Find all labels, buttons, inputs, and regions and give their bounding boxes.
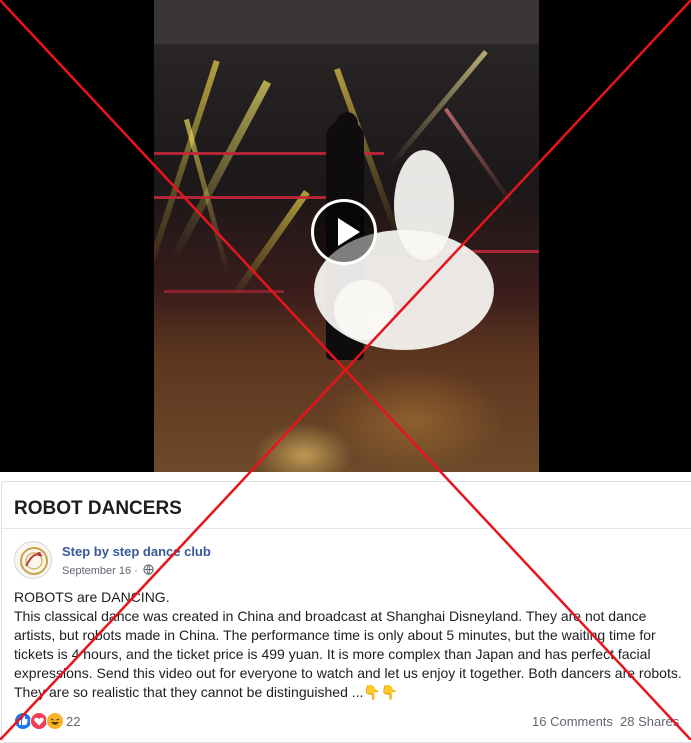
post-meta: September 16 ·	[62, 564, 154, 578]
post-text: ROBOTS are DANCING. This classical dance…	[14, 588, 682, 702]
stage-rail	[154, 196, 334, 199]
stage-light-beam	[229, 190, 310, 301]
dancer-head	[336, 112, 358, 136]
dancer-dress-left	[334, 280, 394, 340]
stage-light-beam	[444, 107, 517, 209]
reactions-count: 22	[66, 714, 81, 729]
post-text-line: This classical dance was created in Chin…	[14, 608, 682, 700]
dancer-dress-upper	[394, 150, 454, 260]
play-button[interactable]	[311, 199, 377, 265]
haha-icon	[46, 712, 64, 730]
shares-count-link[interactable]: 28 Shares	[620, 714, 679, 729]
post-text-line: ROBOTS are DANCING.	[14, 589, 170, 605]
play-icon	[338, 218, 360, 246]
divider	[2, 528, 691, 529]
post-card: ROBOT DANCERS Step by step dance club Se…	[1, 481, 691, 743]
dance-club-logo-icon	[20, 547, 48, 575]
stage-rail	[164, 290, 284, 293]
globe-icon	[143, 564, 154, 578]
stage-light-beam	[154, 60, 220, 281]
post-date[interactable]: September 16	[62, 565, 131, 577]
video-player[interactable]	[0, 0, 691, 472]
meta-separator: ·	[134, 564, 138, 577]
page-avatar[interactable]	[14, 541, 52, 579]
comments-count-link[interactable]: 16 Comments	[532, 714, 613, 729]
post-title: ROBOT DANCERS	[14, 498, 182, 519]
page-name-link[interactable]: Step by step dance club	[62, 544, 211, 559]
stage-light-beam	[170, 80, 272, 261]
video-frame-top-band	[154, 0, 539, 44]
